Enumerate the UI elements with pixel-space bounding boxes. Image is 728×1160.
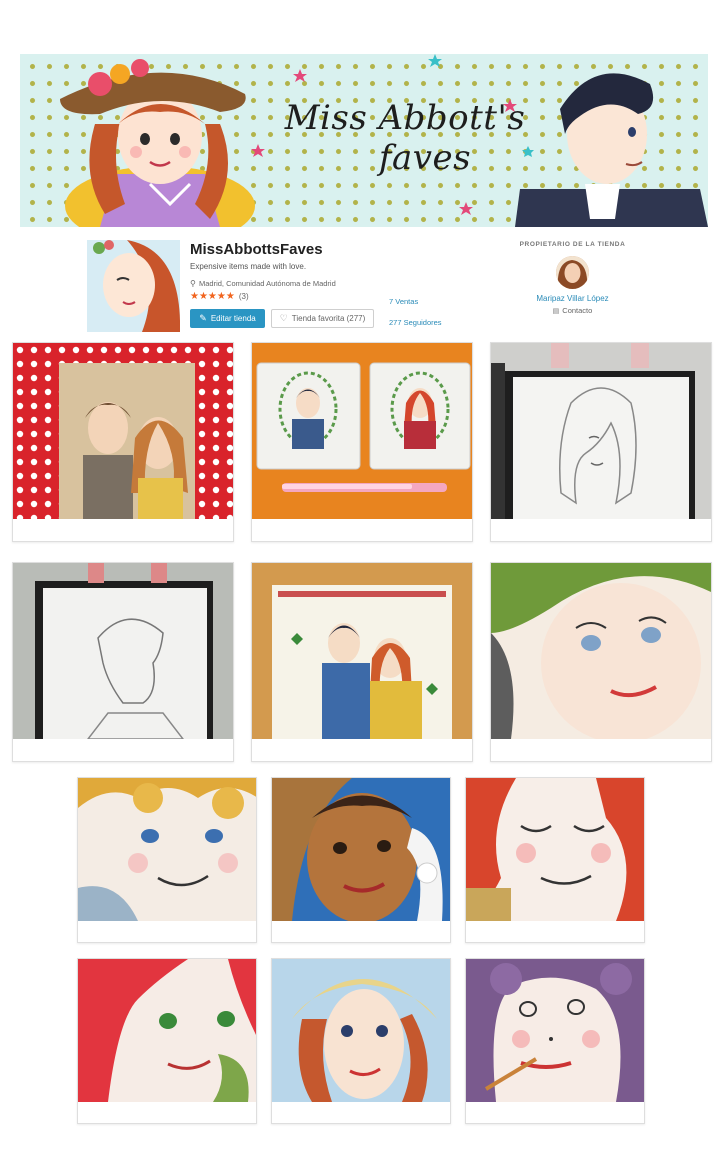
listing-image[interactable] xyxy=(78,959,256,1102)
sales-count-link[interactable]: 7 Ventas xyxy=(389,297,418,306)
listing-image[interactable] xyxy=(272,959,450,1102)
listing-image[interactable] xyxy=(13,343,233,519)
listing-card[interactable] xyxy=(465,777,645,943)
listing-card[interactable] xyxy=(12,562,234,762)
listing-card[interactable] xyxy=(251,562,473,762)
contact-owner-link[interactable]: ▤ Contacto xyxy=(500,306,645,315)
pencil-icon: ✎ xyxy=(199,313,207,323)
listing-card[interactable] xyxy=(12,342,234,542)
listing-card[interactable] xyxy=(490,342,712,542)
owner-avatar[interactable] xyxy=(556,256,589,289)
listing-image[interactable] xyxy=(78,778,256,921)
listing-image[interactable] xyxy=(252,343,472,519)
followers-count-link[interactable]: 277 Seguidores xyxy=(389,318,442,327)
shop-location-text: Madrid, Comunidad Autónoma de Madrid xyxy=(199,279,336,288)
shop-location: ⚲ Madrid, Comunidad Autónoma de Madrid xyxy=(190,279,336,288)
listing-card[interactable] xyxy=(77,958,257,1124)
listing-image[interactable] xyxy=(272,778,450,921)
shop-name[interactable]: MissAbbottsFaves xyxy=(190,241,323,258)
banner-title-line-1: Miss Abbott's xyxy=(284,98,526,138)
rating-stars-icon: ★★★★★ xyxy=(190,291,235,302)
banner-title: Miss Abbott's faves xyxy=(275,98,535,178)
edit-shop-button-label: Editar tienda xyxy=(210,314,256,323)
review-count[interactable]: (3) xyxy=(239,292,249,301)
shop-avatar[interactable] xyxy=(87,240,180,332)
shop-rating[interactable]: ★★★★★ (3) xyxy=(190,291,249,302)
heart-icon: ♡ xyxy=(279,313,288,323)
listing-image[interactable] xyxy=(13,563,233,739)
listing-image[interactable] xyxy=(491,343,711,519)
listing-card[interactable] xyxy=(77,777,257,943)
chat-icon: ▤ xyxy=(552,307,560,315)
listing-image[interactable] xyxy=(252,563,472,739)
listing-card[interactable] xyxy=(490,562,712,762)
owner-heading: PROPIETARIO DE LA TIENDA xyxy=(519,241,626,248)
edit-shop-button[interactable]: ✎ Editar tienda xyxy=(190,309,265,328)
favorite-shop-button[interactable]: ♡ Tienda favorita (277) xyxy=(271,309,374,328)
listing-card[interactable] xyxy=(251,342,473,542)
listing-image[interactable] xyxy=(466,778,644,921)
shop-tagline: Expensive items made with love. xyxy=(190,262,307,271)
contact-owner-label: Contacto xyxy=(562,306,593,315)
listing-image[interactable] xyxy=(491,563,711,739)
listing-image[interactable] xyxy=(466,959,644,1102)
shop-banner: Miss Abbott's faves xyxy=(20,54,708,227)
map-pin-icon: ⚲ xyxy=(190,279,196,288)
listing-card[interactable] xyxy=(465,958,645,1124)
banner-title-line-2: faves xyxy=(378,138,472,178)
owner-name-link[interactable]: Maripaz Villar López xyxy=(500,294,645,303)
favorite-shop-button-label: Tienda favorita (277) xyxy=(291,314,366,323)
listing-card[interactable] xyxy=(271,958,451,1124)
listing-card[interactable] xyxy=(271,777,451,943)
